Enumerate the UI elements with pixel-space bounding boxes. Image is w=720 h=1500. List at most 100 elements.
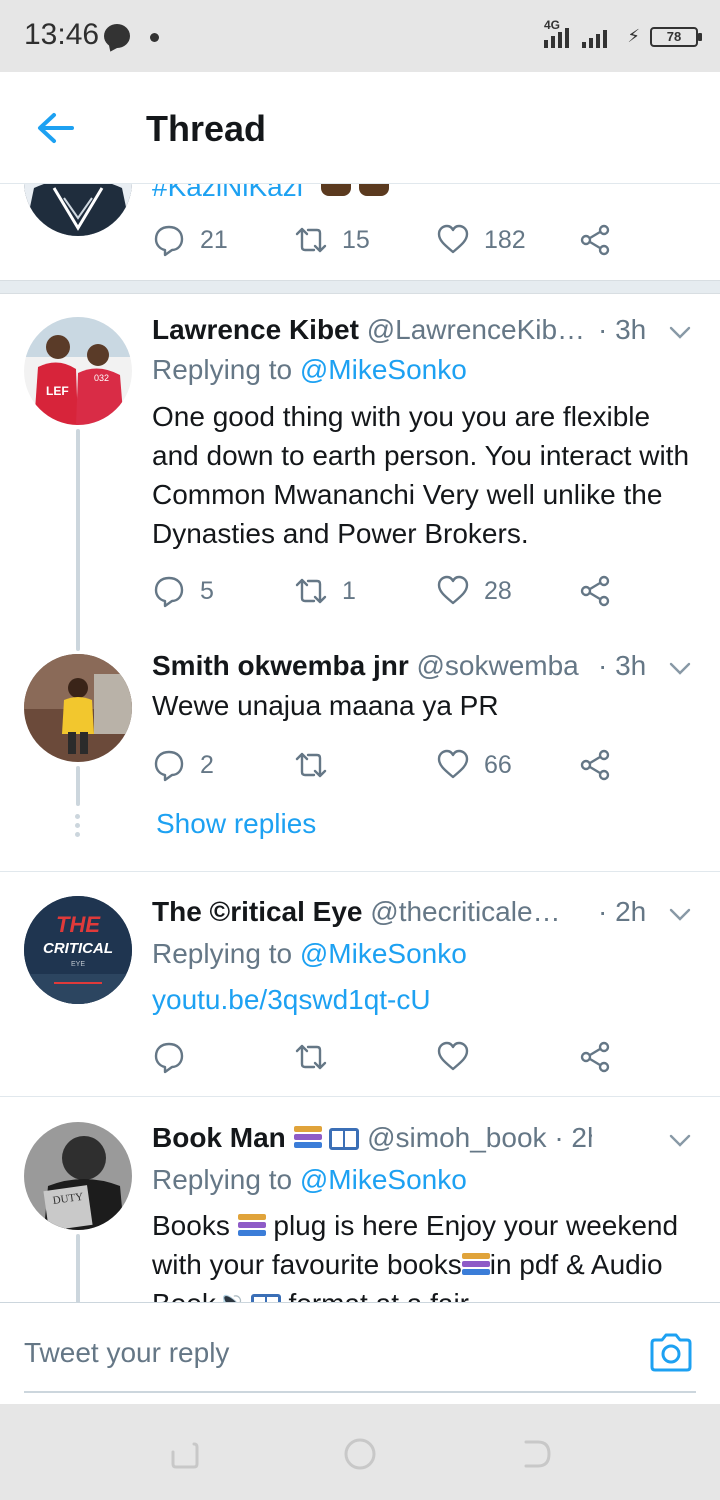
signal-bar-icon <box>551 36 555 48</box>
like-count: 66 <box>484 750 512 779</box>
tweet-text: One good thing with you you are flexible… <box>152 401 690 549</box>
user-handle[interactable]: @sokwemba <box>417 650 579 681</box>
charging-icon: ⚡ <box>627 26 640 46</box>
status-icons: 4G ⚡ 78 <box>538 18 702 50</box>
tweet-time: · 2h <box>554 1122 592 1153</box>
thread-feed[interactable]: #KaziNiKazi 21 15 182 LEF <box>0 184 720 1302</box>
notification-dot-icon <box>150 33 159 42</box>
signal-bar-icon <box>544 40 548 48</box>
reply-button[interactable]: 5 <box>152 571 214 611</box>
mention-link[interactable]: @MikeSonko <box>300 354 467 385</box>
heart-icon <box>437 1041 469 1071</box>
like-count: 182 <box>484 225 526 254</box>
share-button[interactable] <box>578 1037 612 1077</box>
avatar-image: LEF 032 <box>24 317 132 425</box>
heart-icon <box>437 224 469 254</box>
replying-to: Replying to @MikeSonko <box>152 1164 467 1196</box>
reply-button[interactable] <box>152 1037 186 1077</box>
avatar-image: THE CRITICAL EYE <box>24 896 132 1004</box>
reply-count: 21 <box>200 225 228 254</box>
user-handle[interactable]: @LawrenceKib… <box>367 314 585 345</box>
books-emoji-icon <box>461 1252 490 1278</box>
books-emoji-icon <box>293 1125 322 1151</box>
tweet-actions <box>152 1037 622 1077</box>
chevron-down-icon[interactable] <box>666 654 694 682</box>
replying-to: Replying to @MikeSonko <box>152 938 467 970</box>
like-button[interactable]: 28 <box>436 571 512 611</box>
reply-button[interactable]: 21 <box>152 220 228 260</box>
display-name[interactable]: The ©ritical Eye <box>152 896 363 927</box>
user-handle[interactable]: @thecriticale… <box>370 896 560 927</box>
share-button[interactable] <box>578 571 612 611</box>
avatar-image <box>24 654 132 762</box>
input-underline <box>24 1391 696 1393</box>
open-book-emoji-icon <box>329 1128 360 1150</box>
signal-bar-icon <box>596 34 600 48</box>
reply-icon <box>154 225 184 257</box>
chevron-down-icon[interactable] <box>666 1126 694 1154</box>
clap-emoji-icon <box>358 184 389 196</box>
url-link[interactable]: youtu.be/3qswd1qt-cU <box>152 984 431 1015</box>
share-button[interactable] <box>578 745 612 785</box>
hashtag: #KaziNiKazi <box>152 184 303 196</box>
heart-icon <box>437 749 469 779</box>
retweet-icon <box>295 578 327 604</box>
tweet-time: · 2h <box>598 896 647 927</box>
retweet-button[interactable] <box>294 745 328 785</box>
retweet-count: 15 <box>342 225 370 254</box>
page-title: Thread <box>146 108 267 149</box>
thread-line <box>76 766 80 806</box>
signal-bar-icon <box>589 38 593 48</box>
retweet-button[interactable]: 15 <box>294 220 370 260</box>
tweet-text: Books plug is here Enjoy your weekend wi… <box>152 1206 697 1302</box>
clap-emoji-icon <box>320 184 351 196</box>
recent-apps-icon[interactable] <box>164 1434 204 1474</box>
mention-link[interactable]: @MikeSonko <box>300 938 467 969</box>
tweet-header: Book Man @simoh_book · 2h <box>152 1122 592 1158</box>
avatar[interactable]: LEF 032 <box>24 317 132 425</box>
like-button[interactable]: 66 <box>436 745 512 785</box>
tweet-text-segment: format at a fair <box>288 1288 469 1302</box>
home-icon[interactable] <box>340 1434 380 1474</box>
tweet-time: · 3h <box>598 650 647 681</box>
network-type: 4G <box>544 18 561 32</box>
avatar[interactable]: DUTY <box>24 1122 132 1230</box>
chevron-down-icon[interactable] <box>666 900 694 928</box>
avatar-label: CRITICAL <box>43 940 113 957</box>
share-button[interactable] <box>578 220 612 260</box>
section-divider <box>0 280 720 294</box>
avatar-image <box>24 184 132 236</box>
thread-line <box>76 1234 80 1302</box>
avatar[interactable] <box>24 184 132 236</box>
display-name[interactable]: Smith okwemba jnr <box>152 650 409 681</box>
back-nav-icon[interactable] <box>516 1434 556 1474</box>
like-button[interactable]: 182 <box>436 220 526 260</box>
show-replies-link[interactable]: Show replies <box>156 808 316 840</box>
header: Thread <box>0 72 720 184</box>
like-button[interactable] <box>436 1037 470 1077</box>
mention-link[interactable]: @MikeSonko <box>300 1164 467 1195</box>
retweet-button[interactable] <box>294 1037 328 1077</box>
replying-label: Replying to <box>152 1164 293 1195</box>
system-nav-bar <box>0 1404 720 1500</box>
signal-bar-icon <box>582 42 586 48</box>
camera-icon[interactable] <box>648 1331 694 1375</box>
tweet-header: Smith okwemba jnr @sokwemba <box>152 650 592 686</box>
tweet-text: Wewe unajua maana ya PR <box>152 690 499 721</box>
chevron-down-icon[interactable] <box>666 318 694 346</box>
signal-bar-icon <box>565 28 569 48</box>
heart-icon <box>437 575 469 605</box>
tweet-actions: 5 1 28 <box>152 571 622 611</box>
display-name[interactable]: Book Man <box>152 1122 286 1153</box>
retweet-button[interactable]: 1 <box>294 571 356 611</box>
display-name[interactable]: Lawrence Kibet <box>152 314 359 345</box>
signal-bar-icon <box>558 32 562 48</box>
partial-tweet-text: #KaziNiKazi <box>152 184 389 196</box>
reply-button[interactable]: 2 <box>152 745 214 785</box>
avatar[interactable]: THE CRITICAL EYE <box>24 896 132 1004</box>
avatar[interactable] <box>24 654 132 762</box>
tweet-divider <box>0 871 720 872</box>
user-handle[interactable]: @simoh_book <box>367 1122 546 1153</box>
back-button[interactable] <box>32 108 80 148</box>
reply-input[interactable]: Tweet your reply <box>24 1337 229 1369</box>
